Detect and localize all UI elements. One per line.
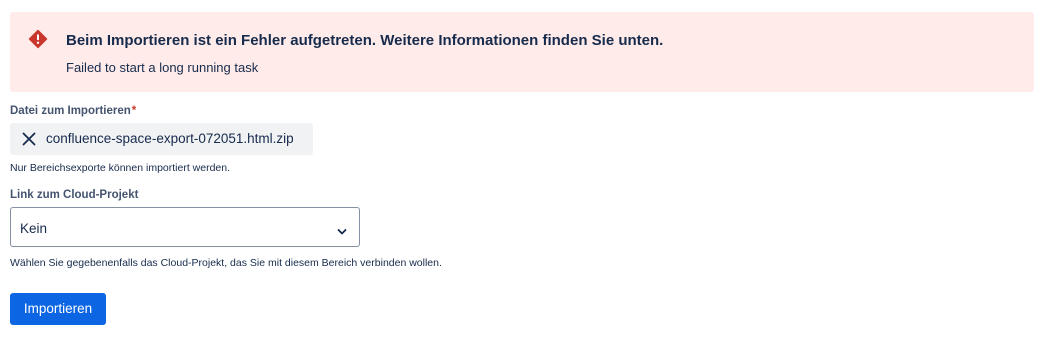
cloud-project-label: Link zum Cloud-Projekt	[10, 189, 139, 201]
close-icon[interactable]	[22, 132, 36, 146]
file-name: confluence-space-export-072051.html.zip	[46, 131, 294, 146]
error-icon	[28, 29, 48, 49]
file-field-label: Datei zum Importieren*	[10, 105, 136, 117]
file-field-label-text: Datei zum Importieren	[10, 105, 131, 117]
file-helper-text: Nur Bereichsexporte können importiert we…	[10, 162, 231, 174]
error-description: Failed to start a long running task	[66, 60, 259, 75]
error-title: Beim Importieren ist ein Fehler aufgetre…	[66, 32, 664, 49]
selected-file: confluence-space-export-072051.html.zip	[10, 123, 313, 155]
import-button[interactable]: Importieren	[10, 293, 106, 325]
select-value: Kein	[20, 221, 48, 236]
required-marker: *	[131, 105, 137, 117]
chevron-down-icon	[337, 223, 347, 235]
cloud-project-select[interactable]: Kein	[10, 207, 360, 247]
cloud-project-helper-text: Wählen Sie gegebenenfalls das Cloud-Proj…	[10, 257, 442, 269]
error-banner: Beim Importieren ist ein Fehler aufgetre…	[10, 12, 1034, 92]
